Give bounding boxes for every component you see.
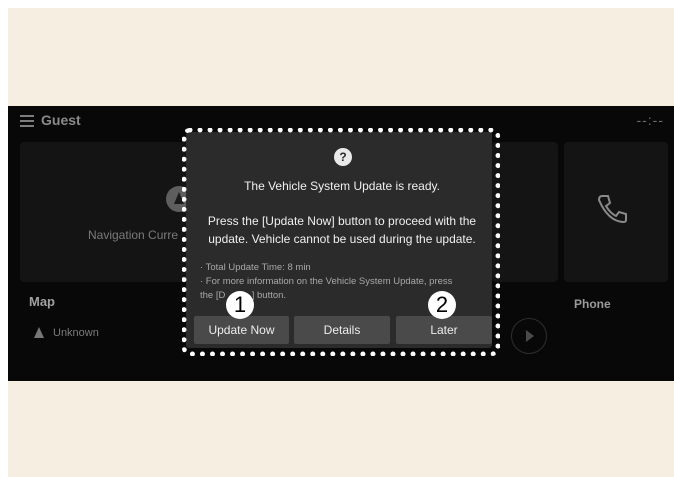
user-profile-label[interactable]: Guest xyxy=(41,112,81,128)
later-button[interactable]: Later xyxy=(396,316,492,344)
phone-icon xyxy=(597,195,627,224)
callout-1: 1 xyxy=(226,291,254,319)
dialog-body: Press the [Update Now] button to proceed… xyxy=(207,214,477,246)
details-button[interactable]: Details xyxy=(294,316,390,344)
clock: --:-- xyxy=(636,112,664,128)
navigation-status-text: Navigation Curre xyxy=(88,228,179,242)
callout-2: 2 xyxy=(428,291,456,319)
update-now-button[interactable]: Update Now xyxy=(194,316,289,344)
location-arrow-icon xyxy=(34,327,44,338)
note-update-time: · Total Update Time: 8 min xyxy=(200,262,311,273)
note-more-info: · For more information on the Vehicle Sy… xyxy=(200,276,453,287)
play-button[interactable] xyxy=(511,318,547,354)
map-tile-title: Map xyxy=(29,294,55,309)
menu-icon[interactable] xyxy=(20,115,34,127)
page-indicator xyxy=(310,373,370,381)
phone-tile-title: Phone xyxy=(574,297,611,311)
media-tile[interactable] xyxy=(492,142,558,282)
dialog-title: The Vehicle System Update is ready. xyxy=(244,179,440,193)
help-icon: ? xyxy=(334,148,352,166)
map-location-text: Unknown xyxy=(53,327,99,339)
